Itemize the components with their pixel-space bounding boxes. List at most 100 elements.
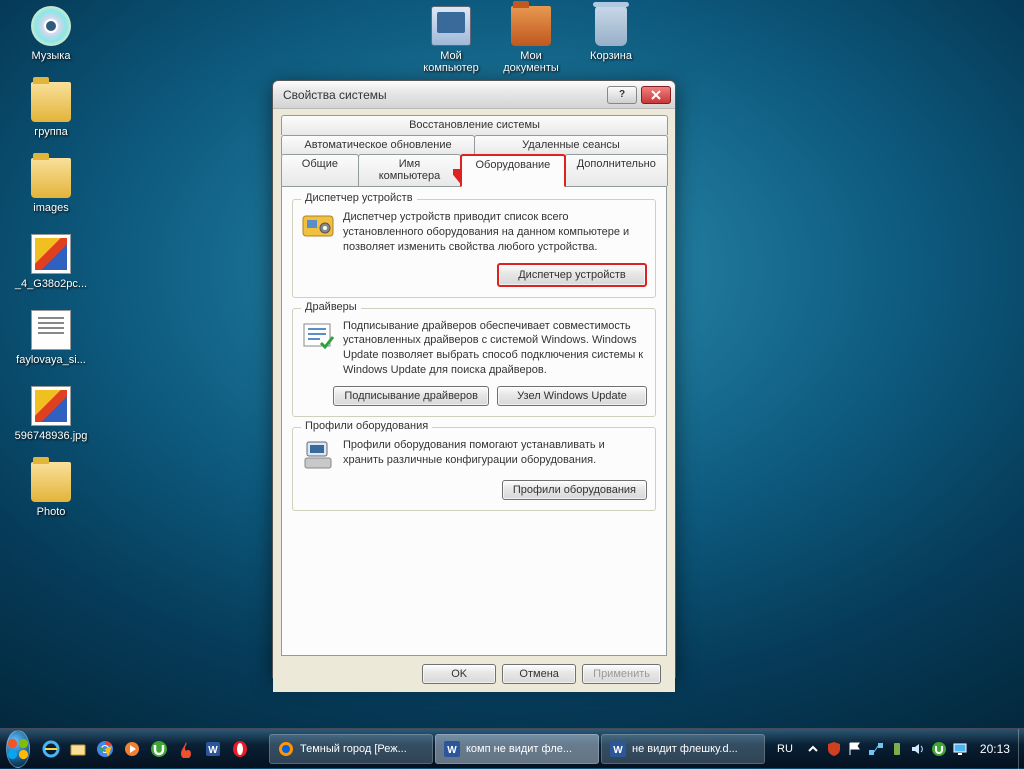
cd-icon: [31, 6, 71, 46]
folder-icon: [31, 462, 71, 502]
tray-volume-icon[interactable]: [910, 741, 926, 757]
svg-text:W: W: [447, 745, 457, 756]
icon-label: Музыка: [14, 50, 88, 62]
start-button[interactable]: [6, 730, 30, 768]
tab-system-restore[interactable]: Восстановление системы: [281, 115, 668, 135]
tray-flag-icon[interactable]: [847, 741, 863, 757]
ie-icon: [42, 740, 60, 758]
icon-label: faylovaya_si...: [14, 354, 88, 366]
close-icon: [651, 90, 661, 100]
task-firefox[interactable]: Темный город [Реж...: [269, 734, 433, 764]
clock[interactable]: 20:13: [980, 742, 1010, 756]
ql-nero[interactable]: [175, 738, 197, 760]
word-icon: W: [444, 741, 460, 757]
ql-opera[interactable]: [229, 738, 251, 760]
word-icon: W: [204, 740, 222, 758]
icon-label: Photo: [14, 506, 88, 518]
group-device-manager: Диспетчер устройств Диспетчер устройств …: [292, 199, 656, 298]
image-icon: [31, 386, 71, 426]
text-file-icon: [31, 310, 71, 350]
desktop-icon-mydocuments[interactable]: Мои документы: [494, 6, 568, 74]
ql-ie[interactable]: [40, 738, 62, 760]
firefox-icon: [278, 741, 294, 757]
ok-button[interactable]: OK: [422, 664, 496, 684]
task-word2[interactable]: W не видит флешку.d...: [601, 734, 765, 764]
tray-arrow-icon[interactable]: [805, 741, 821, 757]
drivers-icon: [301, 319, 335, 353]
close-button[interactable]: [641, 86, 671, 104]
desktop-icon-jpg[interactable]: 596748936.jpg: [14, 386, 88, 442]
opera-icon: [231, 740, 249, 758]
ql-torrent[interactable]: [148, 738, 170, 760]
hardware-profiles-button[interactable]: Профили оборудования: [502, 480, 647, 500]
group-hardware-profiles: Профили оборудования Профили оборудовани…: [292, 427, 656, 511]
dialog-buttons: OK Отмена Применить: [281, 656, 667, 684]
cancel-button[interactable]: Отмена: [502, 664, 576, 684]
tray-security-icon[interactable]: [826, 741, 842, 757]
desktop-icon-music[interactable]: Музыка: [14, 6, 88, 62]
group-legend: Профили оборудования: [301, 420, 432, 432]
task-buttons: Темный город [Реж... W комп не видит фле…: [269, 733, 765, 765]
documents-icon: [511, 6, 551, 46]
task-label: не видит флешку.d...: [632, 743, 738, 755]
folder-icon: [31, 158, 71, 198]
language-indicator[interactable]: RU: [777, 743, 793, 755]
device-manager-button[interactable]: Диспетчер устройств: [497, 263, 647, 287]
icon-label: Мои документы: [494, 50, 568, 74]
show-desktop-button[interactable]: [1018, 729, 1019, 769]
tray-display-icon[interactable]: [952, 741, 968, 757]
icon-label: Корзина: [574, 50, 648, 62]
tab-computer-name[interactable]: Имя компьютера: [358, 154, 461, 186]
tray-torrent-icon[interactable]: [931, 741, 947, 757]
group-legend: Диспетчер устройств: [301, 192, 417, 204]
icon-label: _4_G38o2pc...: [14, 278, 88, 290]
windows-update-button[interactable]: Узел Windows Update: [497, 386, 647, 406]
ql-explorer[interactable]: [67, 738, 89, 760]
recycle-bin-icon: [595, 6, 627, 46]
apply-button[interactable]: Применить: [582, 664, 661, 684]
task-label: комп не видит фле...: [466, 743, 572, 755]
ql-word[interactable]: W: [202, 738, 224, 760]
desktop-icon-images[interactable]: images: [14, 158, 88, 214]
system-properties-window: Свойства системы Восстановление системы …: [272, 80, 676, 678]
device-manager-icon: [301, 210, 335, 244]
tab-hardware[interactable]: Оборудование: [460, 154, 565, 187]
tray-usb-icon[interactable]: [889, 741, 905, 757]
tray-network-icon[interactable]: [868, 741, 884, 757]
tab-remote[interactable]: Удаленные сеансы: [474, 135, 668, 155]
titlebar[interactable]: Свойства системы: [273, 81, 675, 109]
ql-media[interactable]: [121, 738, 143, 760]
svg-text:W: W: [208, 745, 218, 756]
icon-label: 596748936.jpg: [14, 430, 88, 442]
desktop-icon-mycomputer[interactable]: Мой компьютер: [414, 6, 488, 74]
tab-general[interactable]: Общие: [281, 154, 359, 186]
window-title: Свойства системы: [283, 88, 607, 102]
image-icon: [31, 234, 71, 274]
tab-strip: Восстановление системы Автоматическое об…: [281, 115, 667, 656]
tab-auto-update[interactable]: Автоматическое обновление: [281, 135, 475, 155]
group-text: Профили оборудования помогают устанавлив…: [343, 438, 647, 472]
tab-panel-hardware: Диспетчер устройств Диспетчер устройств …: [281, 186, 667, 656]
ql-chrome[interactable]: [94, 738, 116, 760]
group-legend: Драйверы: [301, 301, 361, 313]
icon-label: Мой компьютер: [414, 50, 488, 74]
computer-icon: [431, 6, 471, 46]
desktop-icon-photo[interactable]: Photo: [14, 462, 88, 518]
desktop-icon-group[interactable]: группа: [14, 82, 88, 138]
media-icon: [123, 740, 141, 758]
folder-icon: [31, 82, 71, 122]
desktop-icon-txt[interactable]: faylovaya_si...: [14, 310, 88, 366]
task-word1[interactable]: W комп не видит фле...: [435, 734, 599, 764]
desktop-icon-image-file[interactable]: _4_G38o2pc...: [14, 234, 88, 290]
group-text: Диспетчер устройств приводит список всег…: [343, 210, 647, 255]
hardware-profiles-icon: [301, 438, 335, 472]
tab-advanced[interactable]: Дополнительно: [565, 154, 668, 186]
task-label: Темный город [Реж...: [300, 743, 407, 755]
group-text: Подписывание драйверов обеспечивает совм…: [343, 319, 647, 378]
quick-launch: W: [40, 738, 251, 760]
folder-icon: [69, 740, 87, 758]
utorrent-icon: [150, 740, 168, 758]
driver-signing-button[interactable]: Подписывание драйверов: [333, 386, 489, 406]
help-button[interactable]: [607, 86, 637, 104]
desktop-icon-recyclebin[interactable]: Корзина: [574, 6, 648, 62]
